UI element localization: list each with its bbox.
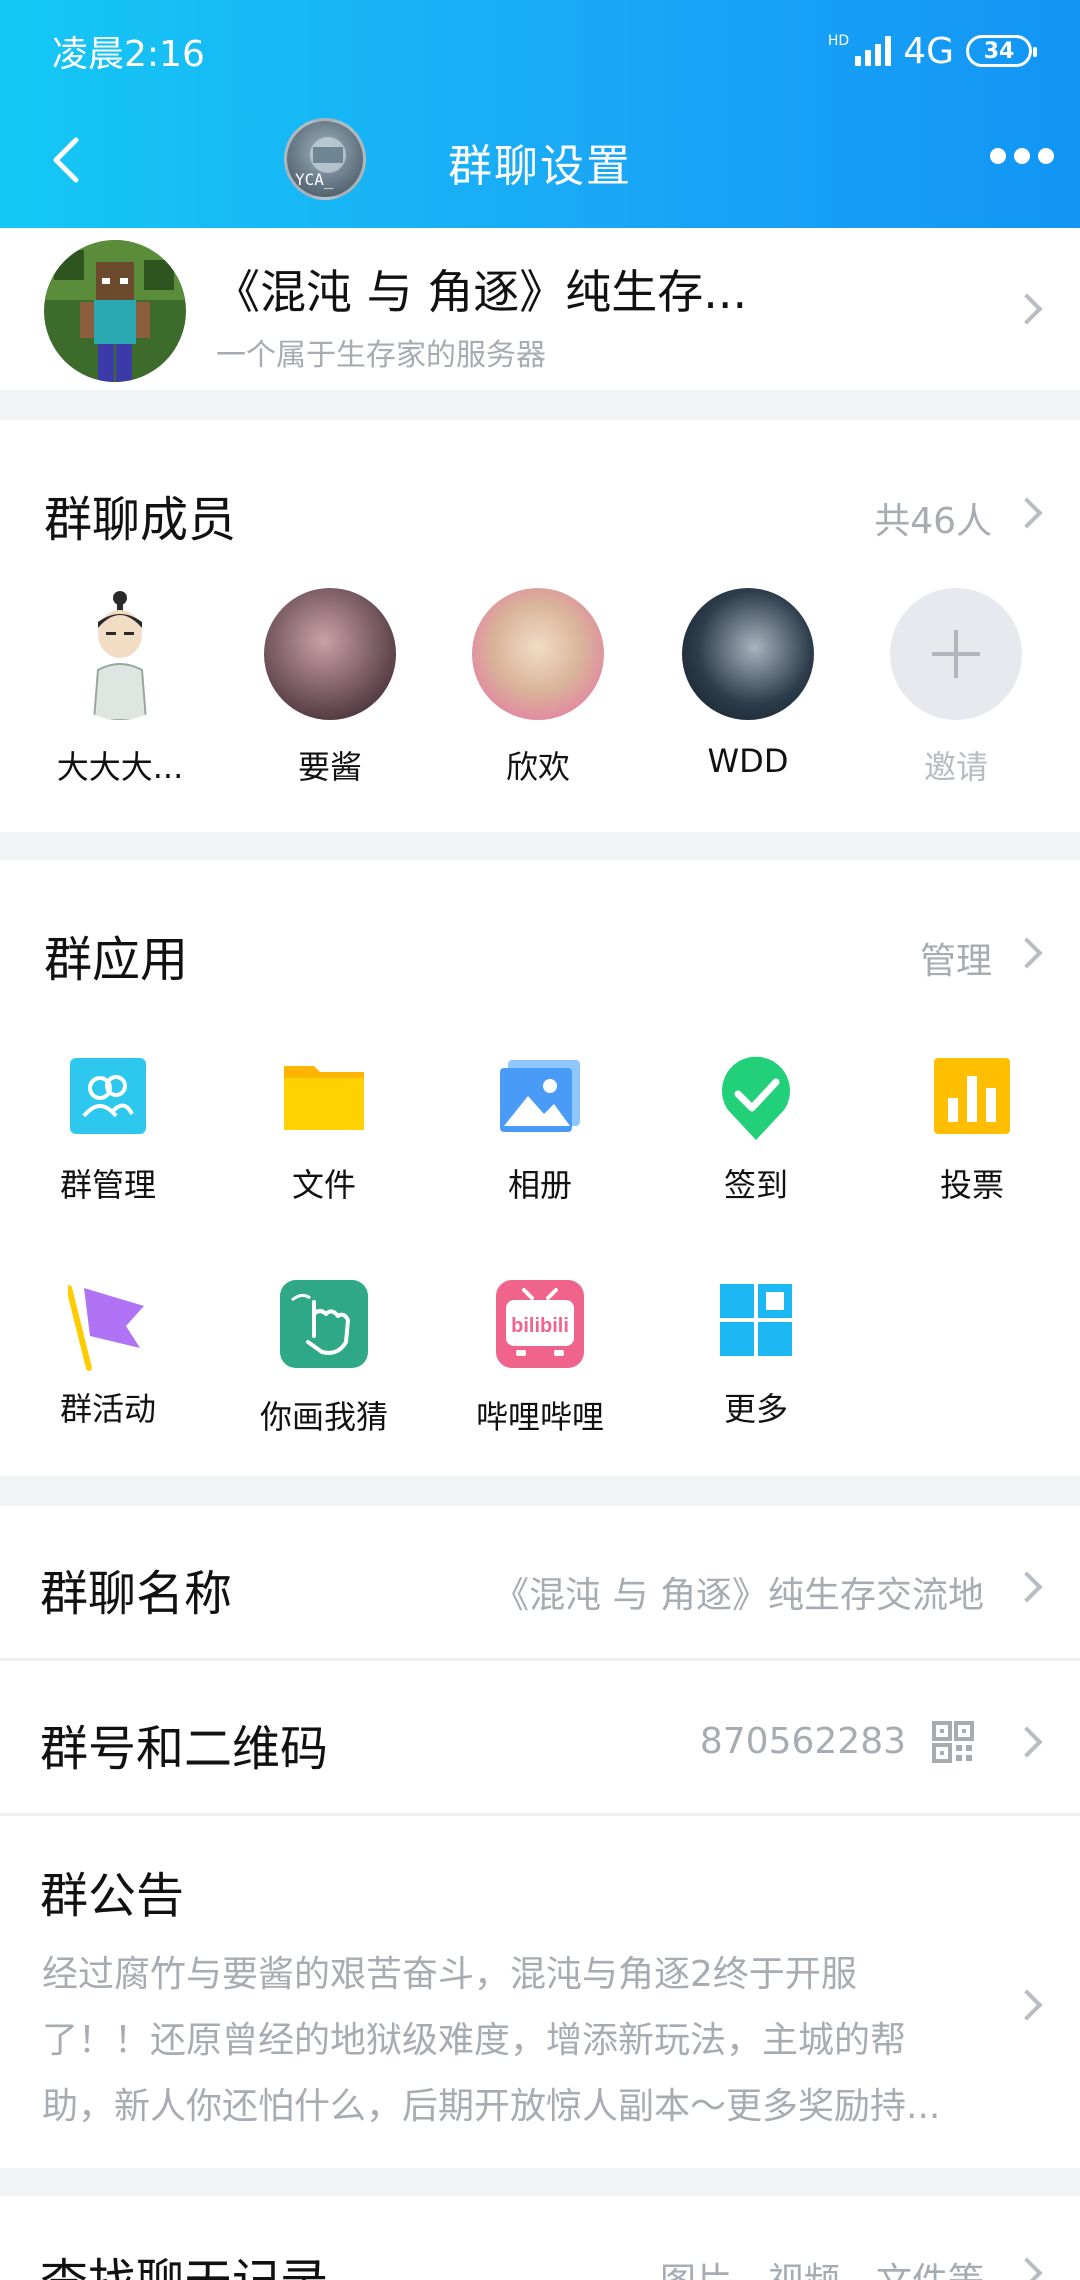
battery-icon: 34 (966, 35, 1037, 67)
app-bilibili[interactable]: bilibili 哔哩哔哩 (465, 1280, 615, 1438)
member-item[interactable]: 要酱 (262, 588, 398, 788)
member-avatar (54, 588, 186, 720)
group-members-section: 群聊成员 共46人 大大大... 要酱 欣欢 WDD 邀请 (0, 420, 1080, 832)
search-history-value: 图片、视频、文件等 (660, 2252, 984, 2280)
cartoon-avatar-art (54, 588, 186, 720)
folder-icon (284, 1056, 364, 1136)
app-label: 投票 (939, 1166, 1004, 1204)
vote-chart-icon (932, 1056, 1012, 1136)
search-history-row[interactable]: 查找聊天记录 图片、视频、文件等 (0, 2196, 1080, 2280)
member-avatar (264, 588, 396, 720)
group-profile-avatar (44, 240, 186, 382)
member-name: 大大大... (56, 748, 184, 786)
network-type: 4G (903, 30, 954, 72)
member-name: WDD (707, 742, 789, 780)
group-profile-card[interactable]: 《混沌 与 角逐》纯生存... 一个属于生存家的服务器 (0, 228, 1080, 390)
draw-guess-icon (280, 1280, 368, 1368)
group-name-row[interactable]: 群聊名称 《混沌 与 角逐》纯生存交流地 (0, 1506, 1080, 1658)
qr-code-icon (932, 1721, 974, 1763)
group-notice-text: 经过腐竹与要酱的艰苦奋斗，混沌与角逐2终于开服 了！！还原曾经的地狱级难度，增添… (42, 1942, 992, 2140)
search-history-label: 查找聊天记录 (40, 2242, 328, 2280)
status-indicators: HD 4G 34 (827, 30, 1037, 72)
app-label: 文件 (291, 1166, 356, 1204)
chevron-right-icon (1011, 1571, 1043, 1603)
app-label: 相册 (507, 1166, 572, 1204)
member-avatar (472, 588, 604, 720)
member-name: 欣欢 (505, 748, 570, 786)
chevron-right-icon (1011, 1726, 1043, 1758)
plus-icon (890, 588, 1022, 720)
app-label: 签到 (723, 1166, 788, 1204)
app-group-manage[interactable]: 群管理 (33, 1056, 183, 1206)
check-in-icon (716, 1056, 796, 1140)
app-vote[interactable]: 投票 (897, 1056, 1047, 1206)
app-files[interactable]: 文件 (249, 1056, 399, 1206)
app-album[interactable]: 相册 (465, 1056, 615, 1206)
page-title: 群聊设置 (448, 141, 632, 192)
dot-icon (1014, 148, 1030, 164)
app-label: 你画我猜 (259, 1398, 388, 1436)
members-count[interactable]: 共46人 (874, 492, 992, 544)
group-name-title: 《混沌 与 角逐》纯生存... (214, 265, 748, 319)
app-more[interactable]: 更多 (681, 1280, 831, 1430)
group-description: 一个属于生存家的服务器 (216, 338, 546, 373)
member-avatar (682, 588, 814, 720)
chevron-right-icon[interactable] (1011, 497, 1043, 529)
member-item[interactable]: WDD (680, 588, 816, 780)
app-check-in[interactable]: 签到 (681, 1056, 831, 1206)
group-notice-row[interactable]: 群公告 经过腐竹与要酱的艰苦奋斗，混沌与角逐2终于开服 了！！还原曾经的地狱级难… (0, 1816, 1080, 2168)
group-name-label: 群聊名称 (40, 1566, 233, 1622)
group-apps-section: 群应用 管理 群管理 文件 相册 签到 投票 群活动 你画我猜 bilibili… (0, 860, 1080, 1476)
dot-icon (990, 148, 1006, 164)
battery-level: 34 (983, 38, 1015, 64)
group-number-row[interactable]: 群号和二维码 870562283 (0, 1661, 1080, 1813)
apps-manage-link[interactable]: 管理 (920, 932, 992, 984)
group-number-value: 870562283 (699, 1721, 906, 1762)
apps-title: 群应用 (44, 932, 189, 988)
member-item[interactable]: 欣欢 (470, 588, 606, 788)
group-name-value: 《混沌 与 角逐》纯生存交流地 (493, 1575, 984, 1616)
app-label: 群活动 (59, 1390, 156, 1428)
app-label: 更多 (723, 1390, 788, 1428)
dot-icon (1038, 148, 1054, 164)
app-group-activity[interactable]: 群活动 (33, 1280, 183, 1430)
minecraft-avatar-art (44, 240, 186, 382)
chevron-right-icon (1011, 293, 1043, 325)
notice-line: 经过腐竹与要酱的艰苦奋斗，混沌与角逐2终于开服 (42, 1954, 857, 1995)
member-name: 要酱 (297, 748, 362, 786)
chevron-right-icon (1011, 2257, 1043, 2280)
app-label: 哔哩哔哩 (475, 1398, 604, 1436)
notice-line: 助，新人你还怕什么，后期开放惊人副本～更多奖励持... (42, 2086, 941, 2127)
status-time: 凌晨2:16 (52, 34, 205, 75)
hd-label: HD (827, 33, 850, 49)
member-item[interactable]: 大大大... (52, 588, 188, 788)
group-notice-label: 群公告 (40, 1868, 185, 1924)
svg-text:bilibili: bilibili (511, 1315, 569, 1337)
flag-icon (66, 1280, 148, 1371)
settings-list: 群聊名称 《混沌 与 角逐》纯生存交流地 群号和二维码 870562283 群公… (0, 1506, 1080, 2168)
status-bar: 凌晨2:16 HD 4G 34 (52, 24, 1037, 78)
signal-icon (855, 36, 892, 66)
chevron-right-icon[interactable] (1011, 937, 1043, 969)
chevron-right-icon (1011, 1989, 1043, 2021)
invite-label: 邀请 (923, 748, 988, 786)
group-number-label: 群号和二维码 (40, 1721, 329, 1777)
app-draw-guess[interactable]: 你画我猜 (249, 1280, 399, 1438)
app-header: 凌晨2:16 HD 4G 34 YCA_ 群聊设置 (0, 0, 1080, 228)
invite-member-button[interactable]: 邀请 (888, 588, 1024, 788)
nav-bar: YCA_ 群聊设置 (0, 112, 1080, 208)
bilibili-icon: bilibili (496, 1280, 584, 1368)
more-options-button[interactable] (990, 148, 1054, 164)
notice-line: 了！！还原曾经的地狱级难度，增添新玩法，主城的帮 (42, 2020, 907, 2061)
app-label: 群管理 (59, 1166, 156, 1204)
group-manage-icon (68, 1056, 148, 1136)
grid-more-icon (716, 1280, 796, 1360)
photo-album-icon (500, 1056, 580, 1136)
members-title: 群聊成员 (44, 492, 237, 548)
